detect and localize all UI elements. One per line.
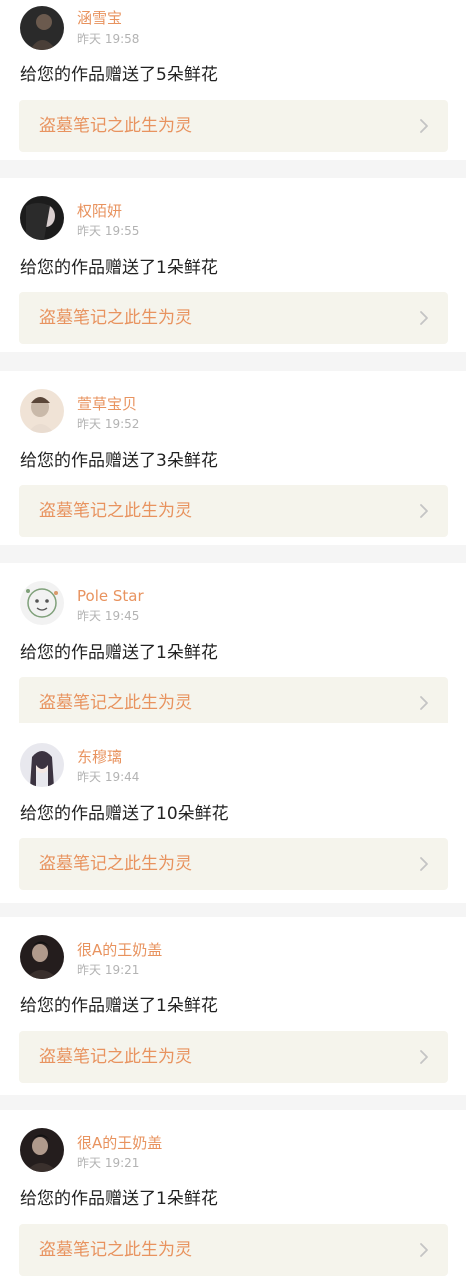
avatar[interactable] [20,581,64,625]
timestamp: 昨天 19:44 [77,770,140,784]
timestamp: 昨天 19:45 [77,609,140,623]
chevron-right-icon [420,857,428,871]
user-name[interactable]: 很A的王奶盖 [77,941,162,959]
avatar[interactable] [20,6,64,50]
user-name[interactable]: 权陌妍 [77,202,122,220]
avatar[interactable] [20,389,64,433]
work-title: 盗墓笔记之此生为灵 [39,854,192,874]
gift-message: 给您的作品赠送了1朵鲜花 [20,258,218,278]
avatar[interactable] [20,743,64,787]
chevron-right-icon [420,311,428,325]
user-name[interactable]: 很A的王奶盖 [77,1134,162,1152]
work-title: 盗墓笔记之此生为灵 [39,308,192,328]
work-link-button[interactable]: 盗墓笔记之此生为灵 [19,485,448,537]
work-link-button[interactable]: 盗墓笔记之此生为灵 [19,1224,448,1276]
work-title: 盗墓笔记之此生为灵 [39,501,192,521]
chevron-right-icon [420,504,428,518]
avatar[interactable] [20,935,64,979]
gift-message: 给您的作品赠送了10朵鲜花 [20,804,229,824]
timestamp: 昨天 19:52 [77,417,140,431]
notification-card: 很A的王奶盖 昨天 19:21 给您的作品赠送了1朵鲜花 盗墓笔记之此生为灵 [0,917,466,1095]
chevron-right-icon [420,1243,428,1257]
work-title: 盗墓笔记之此生为灵 [39,1047,192,1067]
gift-message: 给您的作品赠送了5朵鲜花 [20,65,218,85]
user-name[interactable]: 东穆璃 [77,748,122,766]
work-title: 盗墓笔记之此生为灵 [39,1240,192,1260]
work-link-button[interactable]: 盗墓笔记之此生为灵 [19,292,448,344]
notification-card: 东穆璃 昨天 19:44 给您的作品赠送了10朵鲜花 盗墓笔记之此生为灵 [0,723,466,903]
work-link-button[interactable]: 盗墓笔记之此生为灵 [19,100,448,152]
notification-card: 权陌妍 昨天 19:55 给您的作品赠送了1朵鲜花 盗墓笔记之此生为灵 [0,178,466,352]
work-title: 盗墓笔记之此生为灵 [39,116,192,136]
user-name[interactable]: 萱草宝贝 [77,395,137,413]
gift-message: 给您的作品赠送了3朵鲜花 [20,451,218,471]
work-link-button[interactable]: 盗墓笔记之此生为灵 [19,677,448,729]
notification-card: 萱草宝贝 昨天 19:52 给您的作品赠送了3朵鲜花 盗墓笔记之此生为灵 [0,371,466,545]
work-title: 盗墓笔记之此生为灵 [39,693,192,713]
chevron-right-icon [420,696,428,710]
timestamp: 昨天 19:58 [77,32,140,46]
gift-message: 给您的作品赠送了1朵鲜花 [20,996,218,1016]
notification-card: 很A的王奶盖 昨天 19:21 给您的作品赠送了1朵鲜花 盗墓笔记之此生为灵 [0,1110,466,1280]
chevron-right-icon [420,119,428,133]
timestamp: 昨天 19:55 [77,224,140,238]
work-link-button[interactable]: 盗墓笔记之此生为灵 [19,838,448,890]
gift-message: 给您的作品赠送了1朵鲜花 [20,643,218,663]
timestamp: 昨天 19:21 [77,963,140,977]
notification-card: Pole Star 昨天 19:45 给您的作品赠送了1朵鲜花 盗墓笔记之此生为… [0,563,466,729]
notification-card: 涵雪宝 昨天 19:58 给您的作品赠送了5朵鲜花 盗墓笔记之此生为灵 [0,0,466,160]
chevron-right-icon [420,1050,428,1064]
user-name[interactable]: 涵雪宝 [77,9,122,27]
gift-message: 给您的作品赠送了1朵鲜花 [20,1189,218,1209]
avatar[interactable] [20,1128,64,1172]
timestamp: 昨天 19:21 [77,1156,140,1170]
avatar[interactable] [20,196,64,240]
work-link-button[interactable]: 盗墓笔记之此生为灵 [19,1031,448,1083]
user-name[interactable]: Pole Star [77,587,144,605]
